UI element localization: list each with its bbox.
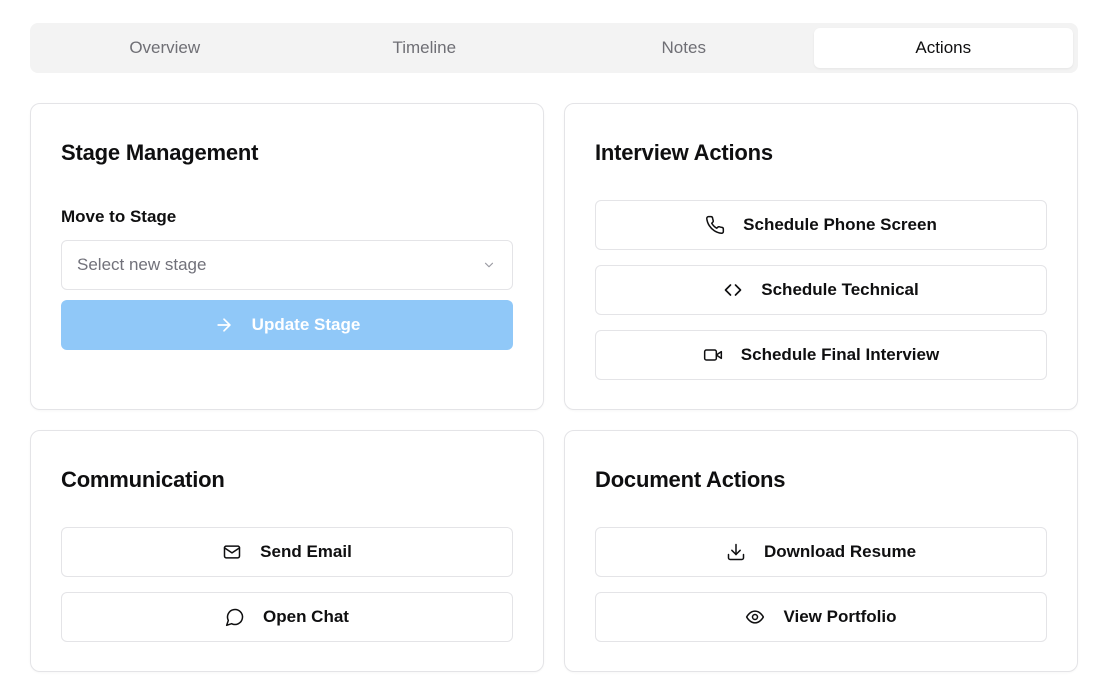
- tab-actions[interactable]: Actions: [813, 28, 1073, 68]
- open-chat-button[interactable]: Open Chat: [61, 592, 513, 642]
- candidate-actions-panel: Overview Timeline Notes Actions Stage Ma…: [0, 0, 1105, 692]
- code-icon: [723, 280, 743, 300]
- card-title: Stage Management: [61, 140, 259, 165]
- update-stage-label: Update Stage: [251, 315, 361, 334]
- button-label: Schedule Phone Screen: [743, 215, 937, 234]
- schedule-technical-button[interactable]: Schedule Technical: [595, 265, 1047, 315]
- button-label: Schedule Technical: [761, 280, 919, 299]
- interview-actions-card: Interview Actions Schedule Phone Screen …: [564, 103, 1078, 410]
- button-label: Schedule Final Interview: [740, 345, 940, 364]
- communication-card: Communication Send Email Open Chat: [30, 430, 544, 672]
- chevron-down-icon: [484, 262, 494, 268]
- eye-icon: [745, 607, 765, 627]
- video-icon: [703, 345, 723, 365]
- download-resume-button[interactable]: Download Resume: [595, 527, 1047, 577]
- button-label: Send Email: [260, 542, 352, 561]
- button-label: Open Chat: [263, 607, 349, 626]
- card-title: Communication: [61, 467, 225, 492]
- tab-overview[interactable]: Overview: [35, 28, 295, 68]
- chat-bubble-icon: [225, 607, 245, 627]
- update-stage-button[interactable]: Update Stage: [61, 300, 513, 350]
- tab-timeline[interactable]: Timeline: [295, 28, 555, 68]
- view-portfolio-button[interactable]: View Portfolio: [595, 592, 1047, 642]
- move-to-stage-label: Move to Stage: [61, 207, 177, 226]
- tab-bar: Overview Timeline Notes Actions: [30, 23, 1078, 73]
- phone-icon: [705, 215, 725, 235]
- button-label: Download Resume: [763, 542, 917, 561]
- schedule-final-interview-button[interactable]: Schedule Final Interview: [595, 330, 1047, 380]
- arrow-right-icon: [214, 315, 234, 335]
- button-label: View Portfolio: [783, 607, 897, 626]
- card-title: Interview Actions: [595, 140, 773, 165]
- document-actions-card: Document Actions Download Resume View Po…: [564, 430, 1078, 672]
- mail-icon: [222, 542, 242, 562]
- send-email-button[interactable]: Send Email: [61, 527, 513, 577]
- stage-management-card: Stage Management Move to Stage Select ne…: [30, 103, 544, 410]
- stage-select-placeholder: Select new stage: [77, 255, 207, 274]
- tab-notes[interactable]: Notes: [554, 28, 814, 68]
- stage-select[interactable]: Select new stage: [61, 240, 513, 290]
- download-icon: [726, 542, 746, 562]
- card-title: Document Actions: [595, 467, 786, 492]
- schedule-phone-screen-button[interactable]: Schedule Phone Screen: [595, 200, 1047, 250]
